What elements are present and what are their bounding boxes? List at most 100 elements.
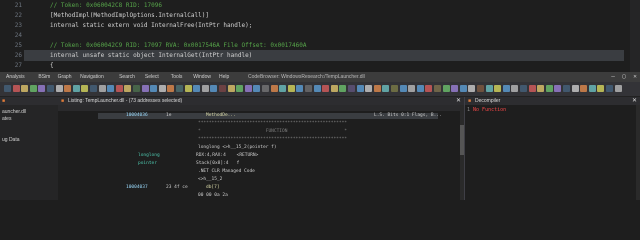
tree-item[interactable]: ates [2, 116, 11, 122]
toolbar-button-icon[interactable] [47, 85, 54, 92]
toolbar-button-icon[interactable] [21, 85, 29, 92]
minimize-icon[interactable]: – [608, 73, 618, 81]
toolbar-button-icon[interactable] [425, 85, 433, 92]
toolbar-button-icon[interactable] [133, 85, 140, 92]
toolbar-button-icon[interactable] [399, 85, 407, 92]
decompiler-close-icon[interactable]: ✕ [632, 97, 637, 104]
listing-scroll-thumb[interactable] [460, 125, 464, 155]
toolbar-button-icon[interactable] [219, 85, 226, 92]
toolbar-button-icon[interactable] [305, 85, 312, 92]
toolbar-button-icon[interactable] [107, 85, 115, 92]
toolbar-button-icon[interactable] [236, 85, 244, 92]
maximize-icon[interactable]: ▢ [619, 73, 629, 81]
toolbar-button-icon[interactable] [571, 85, 579, 92]
toolbar-button-icon[interactable] [348, 85, 355, 92]
toolbar-button-icon[interactable] [494, 85, 502, 92]
window-title: CodeBrowser: WindowsResearch:/TempLaunch… [248, 74, 365, 80]
toolbar-button-icon[interactable] [115, 85, 123, 92]
toolbar-button-icon[interactable] [485, 85, 493, 92]
toolbar-button-icon[interactable] [279, 85, 287, 92]
toolbar-button-icon[interactable] [614, 85, 622, 92]
toolbar-button-icon[interactable] [408, 85, 416, 92]
code-editor[interactable]: 21222324252627282930 // Token: 0x060042C… [0, 0, 640, 72]
menu-select[interactable]: Select [145, 74, 159, 80]
toolbar-button-icon[interactable] [563, 85, 570, 92]
menu-window[interactable]: Window [193, 74, 211, 80]
menu-help[interactable]: Help [219, 74, 229, 80]
toolbar-button-icon[interactable] [588, 85, 596, 92]
toolbar-button-icon[interactable] [90, 85, 97, 92]
toolbar-button-icon[interactable] [262, 85, 269, 92]
toolbar-button-icon[interactable] [365, 85, 373, 92]
toolbar-button-icon[interactable] [193, 85, 201, 92]
toolbar-button-icon[interactable] [287, 85, 295, 92]
code-line: [MethodImpl(MethodImplOptions.InternalCa… [50, 12, 209, 19]
listing-function-banner: ****************************************… [198, 121, 348, 126]
menu-search[interactable]: Search [119, 74, 135, 80]
menu-tools[interactable]: Tools [171, 74, 183, 80]
toolbar-button-icon[interactable] [296, 85, 304, 92]
listing-panel: ■ Listing: TempLauncher.dll - (73 addres… [58, 97, 465, 200]
toolbar-button-icon[interactable] [322, 85, 330, 92]
listing-scrollbar[interactable] [460, 105, 464, 200]
toolbar-button-icon[interactable] [141, 85, 149, 92]
toolbar-button-icon[interactable] [38, 85, 46, 92]
toolbar-button-icon[interactable] [201, 85, 209, 92]
toolbar-button-icon[interactable] [356, 85, 364, 92]
toolbar-button-icon[interactable] [124, 85, 132, 92]
toolbar-button-icon[interactable] [313, 85, 321, 92]
menu-analysis[interactable]: Analysis [6, 74, 25, 80]
toolbar-button-icon[interactable] [270, 85, 278, 92]
toolbar-button-icon[interactable] [434, 85, 441, 92]
toolbar-button-icon[interactable] [81, 85, 89, 92]
toolbar-button-icon[interactable] [528, 85, 536, 92]
toolbar-button-icon[interactable] [597, 85, 605, 92]
toolbar-button-icon[interactable] [184, 85, 192, 92]
toolbar-button-icon[interactable] [416, 85, 424, 92]
toolbar-button-icon[interactable] [55, 85, 63, 92]
toolbar-button-icon[interactable] [227, 85, 235, 92]
toolbar-button-icon[interactable] [502, 85, 510, 92]
toolbar-button-icon[interactable] [29, 85, 37, 92]
toolbar-button-icon[interactable] [210, 85, 218, 92]
toolbar-button-icon[interactable] [4, 85, 11, 92]
toolbar-button-icon[interactable] [176, 85, 183, 92]
menu-navigation[interactable]: Navigation [80, 74, 104, 80]
toolbar-button-icon[interactable] [606, 85, 613, 92]
toolbar-button-icon[interactable] [451, 85, 459, 92]
toolbar-button-icon[interactable] [442, 85, 450, 92]
toolbar-button-icon[interactable] [64, 85, 72, 92]
toolbar-button-icon[interactable] [373, 85, 381, 92]
menu-graph[interactable]: Graph [58, 74, 72, 80]
toolbar-button-icon[interactable] [511, 85, 519, 92]
toolbar-button-icon[interactable] [545, 85, 553, 92]
toolbar-button-icon[interactable] [12, 85, 20, 92]
close-icon[interactable]: ✕ [630, 73, 640, 81]
toolbar-button-icon[interactable] [339, 85, 347, 92]
toolbar-button-icon[interactable] [459, 85, 467, 92]
toolbar-button-icon[interactable] [150, 85, 158, 92]
toolbar-button-icon[interactable] [253, 85, 261, 92]
toolbar-button-icon[interactable] [520, 85, 527, 92]
toolbar-button-icon[interactable] [158, 85, 166, 92]
toolbar-button-icon[interactable] [330, 85, 338, 92]
toolbar-button-icon[interactable] [580, 85, 588, 92]
decompiler-message: 1 No Function [467, 107, 507, 113]
toolbar-button-icon[interactable] [244, 85, 252, 92]
toolbar-button-icon[interactable] [382, 85, 390, 92]
toolbar-button-icon[interactable] [391, 85, 398, 92]
decompiler-scrollbar[interactable] [636, 105, 640, 200]
tree-item[interactable]: auncher.dll [2, 109, 26, 115]
toolbar-button-icon[interactable] [477, 85, 484, 92]
tree-item[interactable]: ug Data [2, 137, 20, 143]
toolbar-button-icon[interactable] [167, 85, 175, 92]
toolbar-button-icon[interactable] [98, 85, 106, 92]
toolbar-button-icon[interactable] [537, 85, 545, 92]
line-number: 22 [14, 12, 22, 19]
toolbar-button-icon[interactable] [554, 85, 562, 92]
toolbar-button-icon[interactable] [468, 85, 476, 92]
listing-close-icon[interactable]: ✕ [456, 97, 461, 104]
toolbar-button-icon[interactable] [72, 85, 80, 92]
editor-scrollbar[interactable] [630, 0, 640, 72]
menu-bsim[interactable]: BSim [38, 74, 50, 80]
